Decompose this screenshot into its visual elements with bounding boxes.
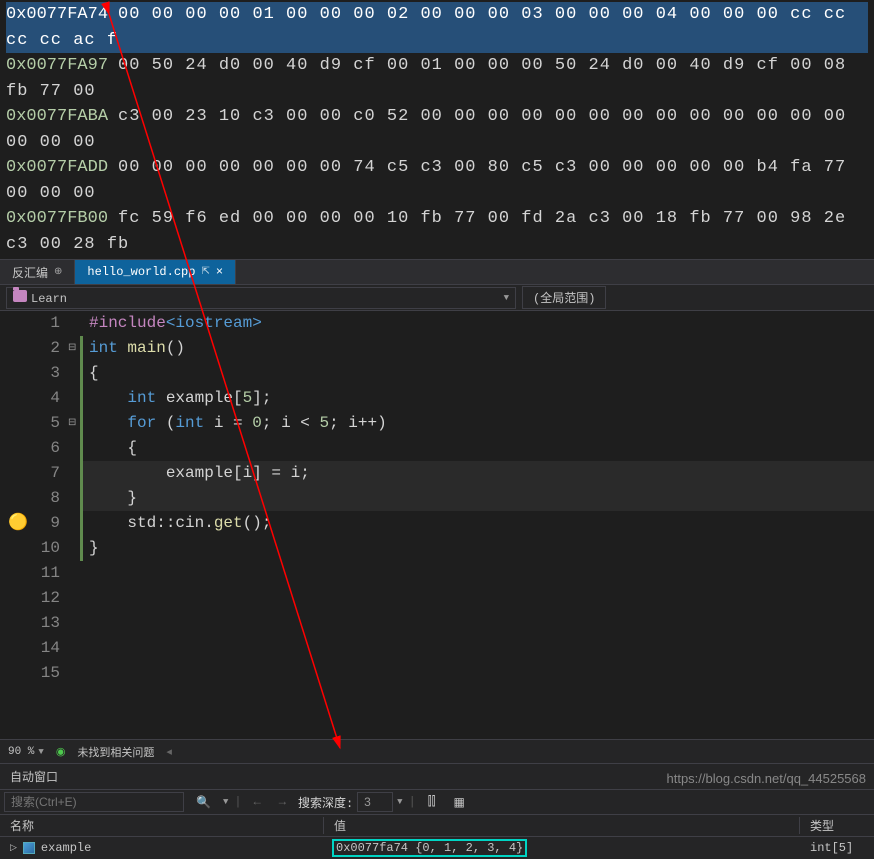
project-selector[interactable]: Learn ▼ [6,287,516,309]
fold-icon[interactable]: ⊟ [68,411,76,436]
code-line[interactable]: { [80,436,874,461]
tab-source-file[interactable]: hello_world.cpp ⇱ × [75,260,236,284]
code-line[interactable]: ⊟int main() [80,336,874,361]
project-icon [13,290,27,302]
line-number: 8 [0,486,60,511]
code-line[interactable]: 🟡 std::cin.get(); [80,511,874,536]
status-bar: 90 % ▼ ◉ 未找到相关问题 ◂ [0,739,874,763]
watermark: https://blog.csdn.net/qq_44525568 [667,771,867,786]
code-line[interactable]: int example[5]; [80,386,874,411]
var-value-cell: 0x0077fa74 {0, 1, 2, 3, 4} [324,841,800,855]
scope-selector[interactable]: (全局范围) [522,286,606,309]
var-type-cell: int[5] [800,841,874,855]
line-number: 10 [0,536,60,561]
highlighted-value: 0x0077fa74 {0, 1, 2, 3, 4} [332,839,527,857]
code-editor[interactable]: 123456789101112131415 #include<iostream>… [0,311,874,739]
line-number: 2 [0,336,60,361]
depth-input[interactable] [357,792,393,812]
expand-icon[interactable]: ▷ [10,843,17,853]
tool-icon-1[interactable]: ⫿⫿ [422,793,442,811]
zoom-control[interactable]: 90 % ▼ [8,746,44,758]
zoom-value: 90 % [8,746,34,758]
line-number: 1 [0,311,60,336]
memory-row[interactable]: 0x0077FA9700 50 24 d0 00 40 d9 cf 00 01 … [6,53,868,104]
memory-row[interactable]: 0x0077FADD00 00 00 00 00 00 00 74 c5 c3 … [6,155,868,206]
line-number: 11 [0,561,60,586]
tab-bar: 反汇编 ⊕ hello_world.cpp ⇱ × [0,259,874,285]
scope-label: (全局范围) [533,292,595,306]
code-line[interactable]: example[i] = i; [80,461,874,486]
header-type[interactable]: 类型 [800,817,874,834]
tool-icon-2[interactable]: ▦ [447,793,470,812]
pin-icon[interactable]: ⇱ [201,266,209,278]
var-name: example [41,841,91,855]
var-name-cell: ▷ example [0,841,324,855]
depth-label: 搜索深度: [298,794,353,811]
line-number: 14 [0,636,60,661]
check-icon: ◉ [56,745,66,759]
line-number: 3 [0,361,60,386]
line-number: 13 [0,611,60,636]
line-number: 5 [0,411,60,436]
code-line[interactable]: { [80,361,874,386]
memory-row[interactable]: 0x0077FABAc3 00 23 10 c3 00 00 c0 52 00 … [6,104,868,155]
header-value[interactable]: 值 [324,817,800,834]
close-icon[interactable]: × [216,265,223,279]
search-bar: 🔍▼ | ← → 搜索深度: ▼ | ⫿⫿ ▦ [0,789,874,815]
nav-back-icon[interactable]: ← [248,793,267,811]
line-number: 12 [0,586,60,611]
code-line[interactable]: #include<iostream> [80,311,874,336]
project-name: Learn [31,292,67,306]
nav-fwd-icon[interactable]: → [273,793,292,811]
line-number: 7 [0,461,60,486]
code-line[interactable]: } [80,536,874,561]
code-area[interactable]: #include<iostream>⊟int main(){ int examp… [80,311,874,739]
variable-icon [23,842,35,854]
line-number: 15 [0,661,60,686]
memory-row[interactable]: 0x0077FB00fc 59 f6 ed 00 00 00 00 10 fb … [6,206,868,257]
collapse-icon[interactable]: ◂ [166,745,172,759]
chevron-down-icon: ▼ [504,293,509,303]
code-line[interactable]: } [80,486,874,511]
header-name[interactable]: 名称 [0,817,324,834]
line-number: 6 [0,436,60,461]
line-number: 4 [0,386,60,411]
tab-label: 反汇编 [12,264,48,281]
status-message: 未找到相关问题 [77,744,154,760]
code-line[interactable]: ⊟ for (int i = 0; i < 5; i++) [80,411,874,436]
memory-view: 0x0077FA7400 00 00 00 01 00 00 00 02 00 … [0,0,874,259]
column-headers: 名称 值 类型 [0,815,874,837]
breakpoint-icon[interactable]: 🟡 [8,511,22,525]
pin-icon[interactable]: ⊕ [54,266,62,278]
memory-row[interactable]: 0x0077FA7400 00 00 00 01 00 00 00 02 00 … [6,2,868,53]
tab-label: hello_world.cpp [87,265,195,279]
scope-bar: Learn ▼ (全局范围) [0,285,874,311]
search-icon[interactable]: 🔍 [190,793,217,812]
variable-row[interactable]: ▷ example 0x0077fa74 {0, 1, 2, 3, 4} int… [0,837,874,859]
tab-disassembly[interactable]: 反汇编 ⊕ [0,260,75,284]
depth-control: 搜索深度: ▼ [298,792,403,812]
fold-icon[interactable]: ⊟ [68,336,76,361]
search-input[interactable] [4,792,184,812]
